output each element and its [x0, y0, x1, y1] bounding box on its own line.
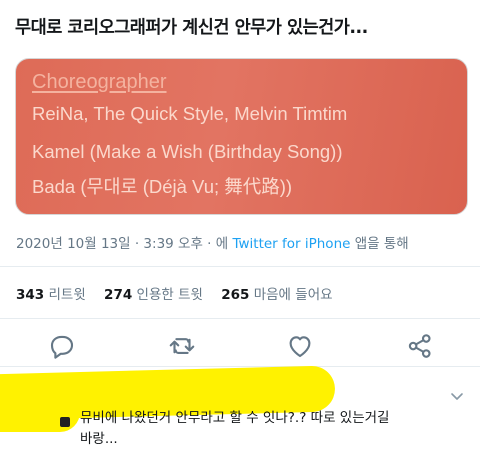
- action-bar: [0, 331, 480, 361]
- tweet-date: 2020년 10월 13일 · 3:39 오후 · 에: [16, 236, 233, 252]
- quote-count: 274: [104, 287, 133, 303]
- reply-avatar[interactable]: [60, 417, 70, 427]
- reply-button[interactable]: [47, 331, 77, 361]
- retweet-count: 343: [16, 287, 45, 303]
- source-suffix: 앱을 통해: [350, 236, 409, 252]
- divider-middle: [0, 318, 480, 319]
- like-label: 마음에 들어요: [253, 287, 333, 303]
- retweet-label: 리트윗: [48, 287, 86, 303]
- reply-text: 뮤비에 나왔던거 안무라고 할 수 잇나?.? 따로 있는거길 바랑...: [80, 408, 470, 450]
- reply-line-1: 뮤비에 나왔던거 안무라고 할 수 잇나?.? 따로 있는거길: [80, 410, 390, 426]
- image-line-2: Kamel (Make a Wish (Birthday Song)): [32, 141, 343, 162]
- tweet-image[interactable]: Choreographer ReiNa, The Quick Style, Me…: [15, 58, 468, 215]
- image-line-1: ReiNa, The Quick Style, Melvin Timtim: [32, 103, 348, 124]
- tweet-meta: 2020년 10월 13일 · 3:39 오후 · 에 Twitter for …: [16, 232, 409, 252]
- tweet-stats: 343 리트윗 274 인용한 트윗 265 마음에 들어요: [16, 283, 333, 303]
- like-count: 265: [221, 287, 250, 303]
- reply-menu-button[interactable]: [449, 388, 465, 404]
- share-button[interactable]: [405, 331, 435, 361]
- retweet-icon: [169, 338, 195, 354]
- retweet-button[interactable]: [167, 331, 197, 361]
- share-icon: [408, 334, 431, 358]
- tweet-text: 무대로 코리오그래퍼가 계신건 안무가 있는건가...: [15, 18, 368, 38]
- chevron-down-icon: [451, 393, 463, 400]
- reply-line-2: 바랑...: [80, 431, 118, 447]
- quote-stat[interactable]: 274 인용한 트윗: [104, 287, 203, 303]
- reply-icon: [50, 335, 74, 359]
- like-stat[interactable]: 265 마음에 들어요: [221, 287, 332, 303]
- image-line-3: Bada (무대로 (Déjà Vu; 舞代路)): [32, 176, 293, 197]
- divider-top: [0, 266, 480, 267]
- quote-label: 인용한 트윗: [136, 287, 203, 303]
- source-link[interactable]: Twitter for iPhone: [232, 236, 350, 252]
- retweet-stat[interactable]: 343 리트윗: [16, 287, 86, 303]
- like-button[interactable]: [285, 331, 315, 361]
- image-heading: Choreographer: [32, 71, 167, 93]
- like-icon: [289, 336, 311, 358]
